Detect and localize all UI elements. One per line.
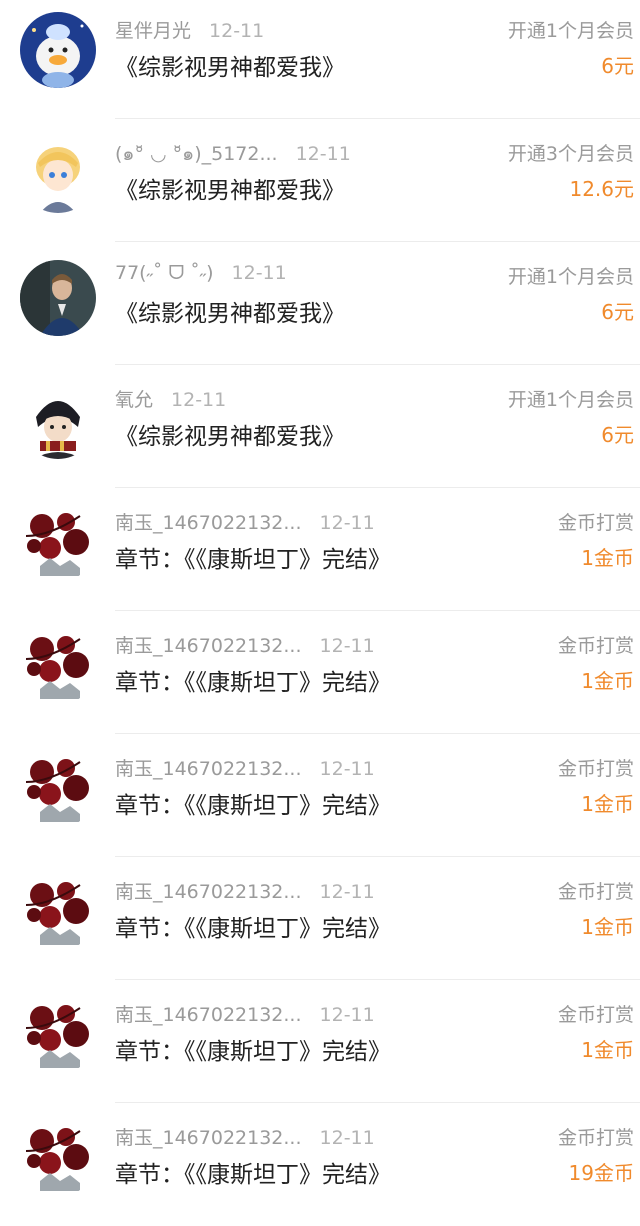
user-meta: 南玉_1467022132... 12-11 xyxy=(115,631,375,658)
action-label: 开通1个月会员 xyxy=(507,266,634,288)
username[interactable]: 南玉_1467022132... xyxy=(115,1127,302,1149)
man-photo-avatar-icon[interactable] xyxy=(20,260,96,336)
action-label: 金币打赏 xyxy=(557,1004,634,1026)
book-title[interactable]: 《综影视男神都爱我》 xyxy=(115,48,345,82)
date: 12-11 xyxy=(319,758,375,780)
anime-boy-avatar-icon[interactable] xyxy=(20,137,96,213)
username[interactable]: 氧允 xyxy=(115,389,153,411)
amount: 12.6元 xyxy=(569,177,634,201)
amount: 6元 xyxy=(601,54,634,78)
amount: 1金币 xyxy=(581,546,634,570)
username[interactable]: 南玉_1467022132... xyxy=(115,1004,302,1026)
user-meta: 南玉_1467022132... 12-11 xyxy=(115,1123,375,1150)
action-label: 开通1个月会员 xyxy=(507,20,634,42)
username[interactable]: (๑°̆ ◡ °̆๑)_5172... xyxy=(115,143,278,165)
red-flower-avatar-icon[interactable] xyxy=(20,875,96,951)
user-meta: 星伴月光 12-11 xyxy=(115,16,264,43)
red-flower-avatar-icon[interactable] xyxy=(20,752,96,828)
date: 12-11 xyxy=(319,635,375,657)
list-item[interactable]: 南玉_1467022132... 12-11 章节：《《康斯坦丁》完结》 金币打赏… xyxy=(0,611,640,734)
red-flower-avatar-icon[interactable] xyxy=(20,998,96,1074)
amount: 1金币 xyxy=(581,915,634,939)
date: 12-11 xyxy=(231,262,287,284)
duck-cartoon-avatar-icon[interactable] xyxy=(20,12,96,88)
red-flower-avatar-icon[interactable] xyxy=(20,1121,96,1197)
amount: 6元 xyxy=(601,300,634,324)
list-item[interactable]: 南玉_1467022132... 12-11 章节：《《康斯坦丁》完结》 金币打赏… xyxy=(0,857,640,980)
action-label: 金币打赏 xyxy=(557,758,634,780)
chapter-title[interactable]: 章节：《《康斯坦丁》完结》 xyxy=(115,786,391,820)
anime-scarf-avatar-icon[interactable] xyxy=(20,383,96,459)
date: 12-11 xyxy=(295,143,351,165)
user-meta: 南玉_1467022132... 12-11 xyxy=(115,754,375,781)
action-label: 金币打赏 xyxy=(557,635,634,657)
chapter-title[interactable]: 章节：《《康斯坦丁》完结》 xyxy=(115,1032,391,1066)
user-meta: 南玉_1467022132... 12-11 xyxy=(115,1000,375,1027)
action-label: 开通3个月会员 xyxy=(507,143,634,165)
username[interactable]: 南玉_1467022132... xyxy=(115,758,302,780)
reward-record-list: 星伴月光 12-11 《综影视男神都爱我》 开通1个月会员 6元 (๑°̆ ◡ °… xyxy=(0,0,640,1213)
list-item[interactable]: 77(˶˚ ᗜ ˚˶) 12-11 《综影视男神都爱我》 开通1个月会员 6元 xyxy=(0,242,640,365)
action-label: 金币打赏 xyxy=(557,1127,634,1149)
user-meta: 南玉_1467022132... 12-11 xyxy=(115,508,375,535)
username[interactable]: 南玉_1467022132... xyxy=(115,512,302,534)
chapter-title[interactable]: 章节：《《康斯坦丁》完结》 xyxy=(115,540,391,574)
red-flower-avatar-icon[interactable] xyxy=(20,629,96,705)
book-title[interactable]: 《综影视男神都爱我》 xyxy=(115,171,345,205)
red-flower-avatar-icon[interactable] xyxy=(20,506,96,582)
user-meta: 南玉_1467022132... 12-11 xyxy=(115,877,375,904)
user-meta: 77(˶˚ ᗜ ˚˶) 12-11 xyxy=(115,262,287,285)
amount: 1金币 xyxy=(581,669,634,693)
action-label: 开通1个月会员 xyxy=(507,389,634,411)
amount: 19金币 xyxy=(568,1161,634,1185)
username[interactable]: 77(˶˚ ᗜ ˚˶) xyxy=(115,262,214,284)
chapter-title[interactable]: 章节：《《康斯坦丁》完结》 xyxy=(115,1155,391,1189)
list-item[interactable]: 南玉_1467022132... 12-11 章节：《《康斯坦丁》完结》 金币打赏… xyxy=(0,1103,640,1226)
username[interactable]: 星伴月光 xyxy=(115,20,191,42)
list-item[interactable]: (๑°̆ ◡ °̆๑)_5172... 12-11 《综影视男神都爱我》 开通3个… xyxy=(0,119,640,242)
book-title[interactable]: 《综影视男神都爱我》 xyxy=(115,417,345,451)
date: 12-11 xyxy=(171,389,227,411)
date: 12-11 xyxy=(319,512,375,534)
chapter-title[interactable]: 章节：《《康斯坦丁》完结》 xyxy=(115,663,391,697)
username[interactable]: 南玉_1467022132... xyxy=(115,881,302,903)
amount: 1金币 xyxy=(581,792,634,816)
list-item[interactable]: 氧允 12-11 《综影视男神都爱我》 开通1个月会员 6元 xyxy=(0,365,640,488)
amount: 1金币 xyxy=(581,1038,634,1062)
date: 12-11 xyxy=(319,1004,375,1026)
date: 12-11 xyxy=(319,881,375,903)
list-item[interactable]: 南玉_1467022132... 12-11 章节：《《康斯坦丁》完结》 金币打赏… xyxy=(0,734,640,857)
action-label: 金币打赏 xyxy=(557,881,634,903)
book-title[interactable]: 《综影视男神都爱我》 xyxy=(115,294,345,328)
chapter-title[interactable]: 章节：《《康斯坦丁》完结》 xyxy=(115,909,391,943)
user-meta: (๑°̆ ◡ °̆๑)_5172... 12-11 xyxy=(115,139,351,169)
user-meta: 氧允 12-11 xyxy=(115,385,226,412)
list-item[interactable]: 南玉_1467022132... 12-11 章节：《《康斯坦丁》完结》 金币打赏… xyxy=(0,980,640,1103)
date: 12-11 xyxy=(209,20,265,42)
list-item[interactable]: 南玉_1467022132... 12-11 章节：《《康斯坦丁》完结》 金币打赏… xyxy=(0,488,640,611)
username[interactable]: 南玉_1467022132... xyxy=(115,635,302,657)
list-item[interactable]: 星伴月光 12-11 《综影视男神都爱我》 开通1个月会员 6元 xyxy=(0,0,640,119)
amount: 6元 xyxy=(601,423,634,447)
action-label: 金币打赏 xyxy=(557,512,634,534)
date: 12-11 xyxy=(319,1127,375,1149)
